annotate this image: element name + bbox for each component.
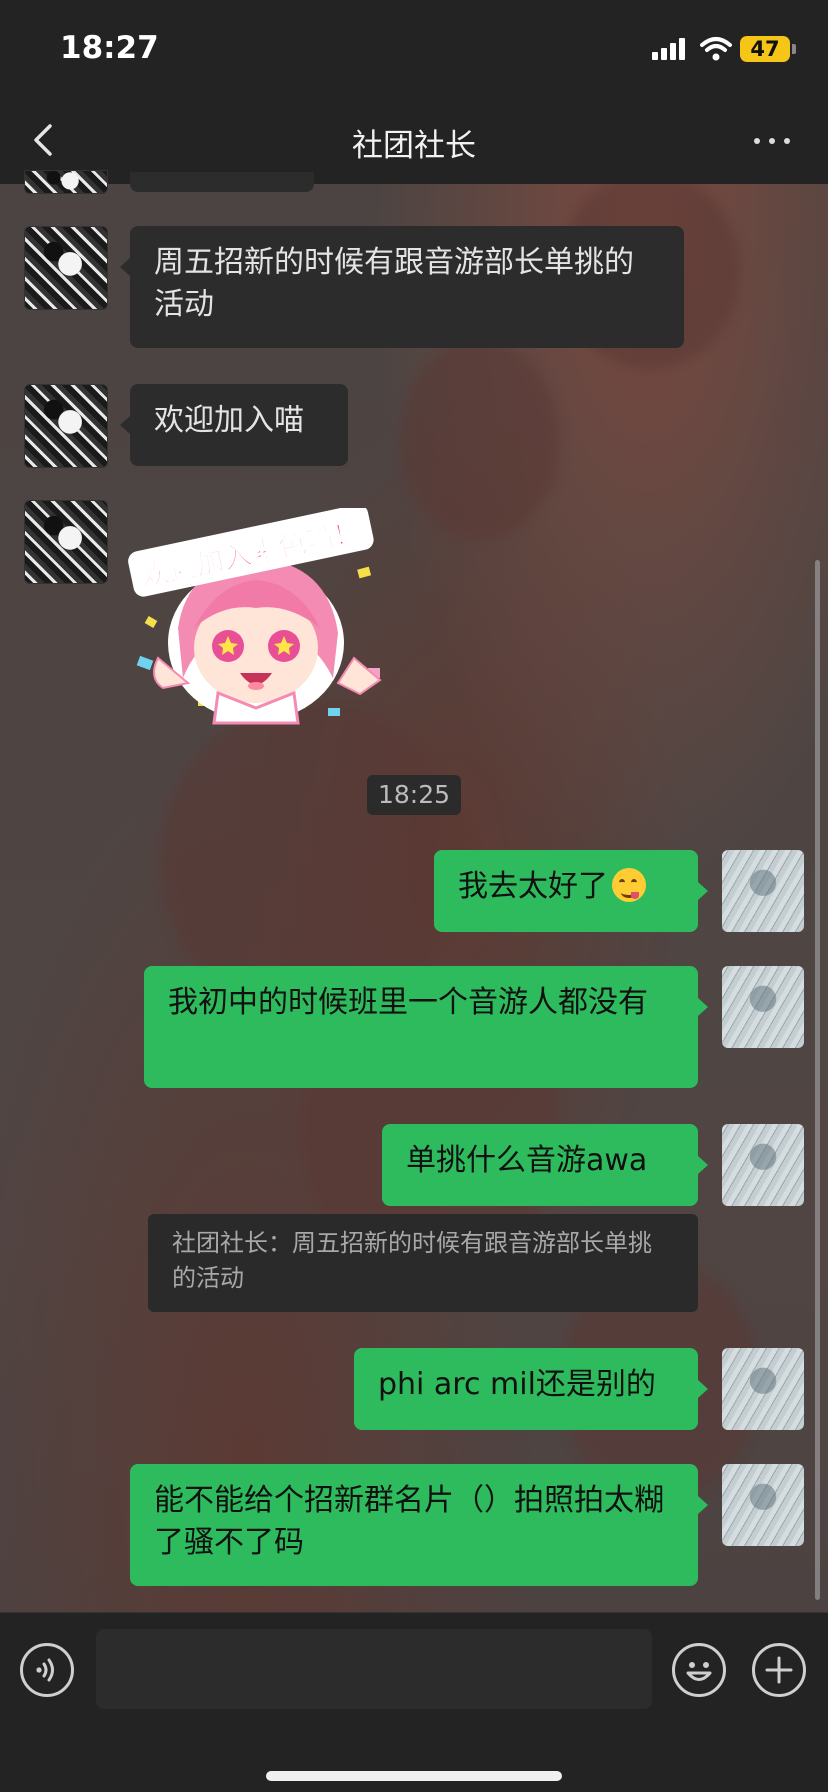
avatar[interactable] [24, 226, 108, 310]
message-bubble-partial[interactable] [130, 172, 314, 192]
bubble-tail [698, 1496, 708, 1514]
time-divider: 18:25 [367, 775, 461, 815]
my-avatar[interactable] [722, 850, 804, 932]
status-bar: 18:27 47 [0, 0, 828, 96]
nav-bar: 社团社长 [0, 96, 828, 184]
smiley-icon[interactable] [672, 1643, 726, 1697]
plus-icon[interactable] [752, 1643, 806, 1697]
input-bar [0, 1612, 828, 1792]
my-avatar[interactable] [722, 1464, 804, 1546]
cellular-signal-icon [652, 38, 688, 60]
bubble-tail [698, 1156, 708, 1174]
message-bubble[interactable]: 欢迎加入喵 [130, 384, 348, 466]
my-message-text: 我去太好了 [458, 869, 608, 904]
status-time: 18:27 [60, 30, 159, 66]
voice-icon[interactable] [20, 1643, 74, 1697]
bubble-tail [698, 882, 708, 900]
avatar[interactable] [24, 170, 108, 194]
sticker-image[interactable]: 欢迎加入素色喵！ [128, 508, 390, 730]
battery-cap [792, 44, 796, 54]
background-heart [400, 340, 560, 540]
avatar[interactable] [24, 384, 108, 468]
bubble-tail [120, 258, 130, 276]
more-dots-icon[interactable] [750, 130, 794, 150]
home-indicator[interactable] [266, 1771, 562, 1781]
my-message-bubble[interactable]: 单挑什么音游awa [382, 1124, 698, 1206]
my-avatar[interactable] [722, 966, 804, 1048]
my-avatar[interactable] [722, 1348, 804, 1430]
scrollbar[interactable] [815, 560, 820, 1600]
my-message-bubble[interactable]: 我去太好了 [434, 850, 698, 932]
message-input[interactable] [96, 1629, 652, 1709]
bubble-tail [698, 998, 708, 1016]
avatar[interactable] [24, 500, 108, 584]
my-message-bubble[interactable]: phi arc mil还是别的 [354, 1348, 698, 1430]
my-avatar[interactable] [722, 1124, 804, 1206]
my-message-bubble[interactable]: 我初中的时候班里一个音游人都没有 [144, 966, 698, 1088]
bubble-tail [120, 416, 130, 434]
message-bubble[interactable]: 周五招新的时候有跟音游部长单挑的活动 [130, 226, 684, 348]
my-message-bubble[interactable]: 能不能给个招新群名片（）拍照拍太糊了骚不了码 [130, 1464, 698, 1586]
wifi-icon [700, 37, 732, 61]
battery-indicator: 47 [740, 36, 790, 62]
chat-screen: 18:27 47 社团社长 周五招新的时候有跟音游部长单挑的活动 欢迎加入喵 欢… [0, 0, 828, 1792]
chat-title: 社团社长 [352, 128, 476, 164]
bubble-tail [698, 1380, 708, 1398]
quoted-message[interactable]: 社团社长：周五招新的时候有跟音游部长单挑的活动 [148, 1214, 698, 1312]
tongue-out-face-emoji [612, 868, 646, 902]
